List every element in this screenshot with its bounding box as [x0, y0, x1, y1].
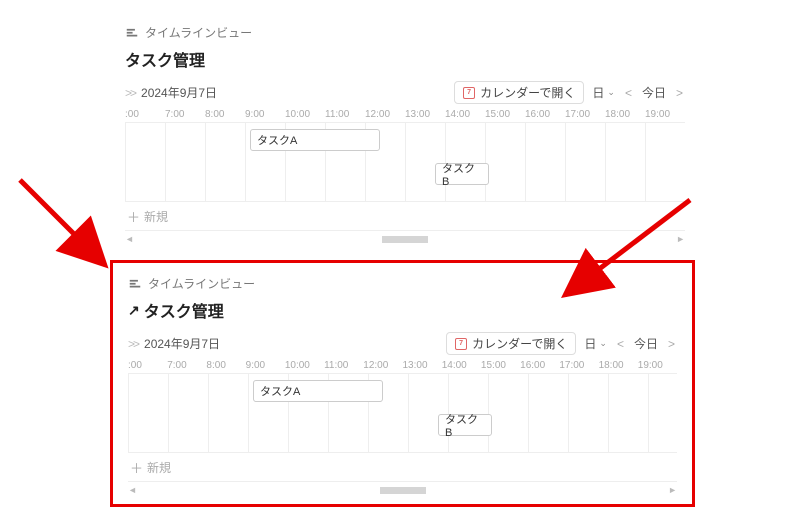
time-tick: 10:00 — [285, 109, 325, 120]
range-selector[interactable]: 日 ⌄ — [588, 82, 619, 103]
current-date: 2024年9月7日 — [144, 335, 220, 352]
task-item-a[interactable]: タスクA — [250, 129, 380, 151]
link-out-icon: ↗ — [128, 302, 140, 319]
time-tick: 11:00 — [325, 109, 365, 120]
view-type-text: タイムラインビュー — [148, 275, 255, 292]
plus-icon: ＋ — [130, 458, 143, 477]
scroll-left-icon[interactable]: ◄ — [125, 234, 134, 244]
page-title: タスク管理 — [125, 47, 205, 71]
time-tick: 13:00 — [405, 109, 445, 120]
chevron-down-icon: ⌄ — [607, 87, 615, 98]
chevron-down-icon: ⌄ — [599, 338, 607, 349]
collapse-icon[interactable]: >> — [128, 337, 138, 351]
scroll-thumb[interactable] — [380, 487, 426, 494]
next-button[interactable]: > — [674, 86, 685, 100]
time-tick: 14:00 — [445, 109, 485, 120]
page-title[interactable]: タスク管理 — [144, 298, 224, 322]
collapse-icon[interactable]: >> — [125, 86, 135, 100]
time-tick: 11:00 — [324, 360, 363, 371]
time-tick: 10:00 — [285, 360, 324, 371]
today-button[interactable]: 今日 — [638, 82, 670, 103]
add-new-label: 新規 — [147, 459, 171, 476]
scroll-thumb[interactable] — [382, 236, 428, 243]
open-in-calendar-button[interactable]: 7 カレンダーで開く — [446, 332, 576, 355]
time-tick: 9:00 — [245, 109, 285, 120]
current-date: 2024年9月7日 — [141, 84, 217, 101]
add-new-button[interactable]: ＋ 新規 — [125, 202, 685, 231]
open-in-calendar-button[interactable]: 7 カレンダーで開く — [454, 81, 584, 104]
time-tick: 18:00 — [599, 360, 638, 371]
horizontal-scrollbar[interactable]: ◄ ► — [128, 482, 677, 496]
view-type-label: タイムラインビュー — [128, 275, 677, 292]
time-tick: 19:00 — [638, 360, 677, 371]
open-in-calendar-label: カレンダーで開く — [472, 335, 567, 352]
timeline-icon — [128, 277, 142, 291]
time-tick: 7:00 — [165, 109, 205, 120]
task-item-b[interactable]: タスクB — [438, 414, 492, 436]
time-tick: 14:00 — [442, 360, 481, 371]
timeline-toolbar: >> 2024年9月7日 7 カレンダーで開く 日 ⌄ < 今日 > — [128, 332, 677, 355]
timeline-panel-linked: タイムラインビュー ↗ タスク管理 >> 2024年9月7日 7 カレンダーで開… — [110, 260, 695, 507]
time-tick: 17:00 — [565, 109, 605, 120]
horizontal-scrollbar[interactable]: ◄ ► — [125, 231, 685, 245]
time-tick: 12:00 — [365, 109, 405, 120]
timeline-toolbar: >> 2024年9月7日 7 カレンダーで開く 日 ⌄ < 今日 > — [125, 81, 685, 104]
task-item-a[interactable]: タスクA — [253, 380, 383, 402]
view-type-label: タイムラインビュー — [125, 24, 685, 41]
today-button[interactable]: 今日 — [630, 333, 662, 354]
time-tick: 8:00 — [206, 360, 245, 371]
scroll-left-icon[interactable]: ◄ — [128, 485, 137, 495]
view-type-text: タイムラインビュー — [145, 24, 252, 41]
time-ruler: :00 7:00 8:00 9:00 10:00 11:00 12:00 13:… — [125, 106, 685, 122]
calendar-icon: 7 — [455, 338, 467, 350]
next-button[interactable]: > — [666, 337, 677, 351]
add-new-button[interactable]: ＋ 新規 — [128, 453, 677, 482]
time-tick: 12:00 — [363, 360, 402, 371]
prev-button[interactable]: < — [623, 86, 634, 100]
scroll-right-icon[interactable]: ► — [668, 485, 677, 495]
time-tick: 7:00 — [167, 360, 206, 371]
range-label: 日 — [592, 84, 604, 101]
open-in-calendar-label: カレンダーで開く — [480, 84, 575, 101]
scroll-right-icon[interactable]: ► — [676, 234, 685, 244]
time-tick: 9:00 — [246, 360, 285, 371]
calendar-icon: 7 — [463, 87, 475, 99]
timeline-grid[interactable]: タスクA タスクB — [125, 122, 685, 202]
timeline-grid[interactable]: タスクA タスクB — [128, 373, 677, 453]
time-tick: 16:00 — [525, 109, 565, 120]
range-selector[interactable]: 日 ⌄ — [580, 333, 611, 354]
time-tick: :00 — [125, 109, 165, 120]
range-label: 日 — [584, 335, 596, 352]
plus-icon: ＋ — [127, 207, 140, 226]
timeline-panel-original: タイムラインビュー タスク管理 >> 2024年9月7日 7 カレンダーで開く … — [125, 24, 685, 245]
time-tick: 15:00 — [481, 360, 520, 371]
time-tick: 13:00 — [403, 360, 442, 371]
time-tick: 8:00 — [205, 109, 245, 120]
task-item-b[interactable]: タスクB — [435, 163, 489, 185]
time-tick: 16:00 — [520, 360, 559, 371]
time-tick: :00 — [128, 360, 167, 371]
time-tick: 18:00 — [605, 109, 645, 120]
time-tick: 19:00 — [645, 109, 685, 120]
time-tick: 15:00 — [485, 109, 525, 120]
timeline-icon — [125, 26, 139, 40]
time-ruler: :00 7:00 8:00 9:00 10:00 11:00 12:00 13:… — [128, 357, 677, 373]
prev-button[interactable]: < — [615, 337, 626, 351]
add-new-label: 新規 — [144, 208, 168, 225]
time-tick: 17:00 — [559, 360, 598, 371]
